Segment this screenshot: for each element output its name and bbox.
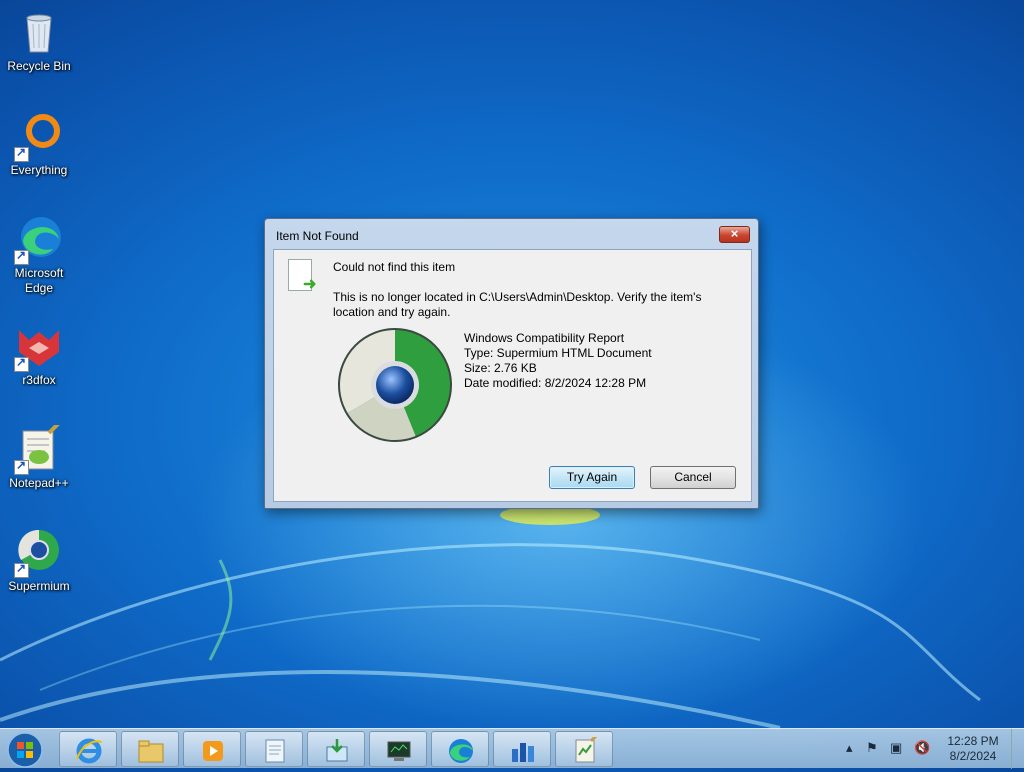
installer-icon — [326, 739, 348, 762]
desktop-icon-everything[interactable]: Everything — [2, 112, 76, 178]
desktop-icon-label: Everything — [10, 163, 68, 177]
shortcut-arrow-icon — [14, 561, 29, 578]
desktop-icon-notepad-plus-plus[interactable]: Notepad++ — [2, 421, 76, 491]
desktop-icon-label: Supermium — [8, 579, 70, 593]
notepad-plus-plus-icon — [575, 737, 598, 763]
flag-icon[interactable]: ⚑ — [866, 740, 878, 756]
shortcut-arrow-icon — [14, 248, 29, 265]
windows-logo-icon — [7, 732, 43, 768]
edge-icon — [449, 739, 473, 763]
clock[interactable]: 12:28 PM 8/2/2024 — [938, 734, 1008, 764]
supermium-file-icon — [337, 328, 452, 442]
taskbar-microsoft-edge[interactable] — [431, 731, 489, 767]
notepad-icon — [265, 739, 285, 763]
show-desktop-button[interactable] — [1011, 729, 1024, 769]
missing-file-icon: ➜ — [288, 259, 316, 293]
dialog-heading: Could not find this item — [333, 260, 456, 274]
supermium-icon — [14, 528, 63, 578]
clock-time: 12:28 PM — [947, 734, 999, 748]
taskbar-internet-explorer[interactable] — [59, 731, 117, 767]
edge-icon — [14, 215, 63, 265]
recycle-bin-icon — [15, 8, 63, 56]
clock-date: 8/2/2024 — [949, 749, 997, 763]
folder-icon — [138, 740, 164, 763]
shortcut-arrow-icon — [14, 355, 29, 372]
dialog-titlebar[interactable]: Item Not Found × — [265, 219, 758, 249]
show-hidden-icon[interactable]: ▴ — [846, 740, 853, 756]
try-again-button[interactable]: Try Again — [549, 466, 635, 489]
desktop-icon-recycle-bin[interactable]: Recycle Bin — [2, 8, 76, 74]
desktop-icon-label: Recycle Bin — [7, 59, 71, 73]
shortcut-arrow-icon — [14, 458, 29, 475]
desktop-icon-microsoft-edge[interactable]: Microsoft Edge — [2, 215, 76, 296]
dialog-title: Item Not Found — [276, 229, 359, 243]
taskbar: ▴ ⚑ ▣ 🔇 12:28 PM 8/2/2024 — [0, 728, 1024, 769]
volume-muted-icon[interactable]: 🔇 — [914, 740, 930, 756]
notepad-plus-plus-icon — [14, 421, 63, 475]
task-manager-icon — [512, 743, 534, 762]
cancel-button[interactable]: Cancel — [650, 466, 736, 489]
dialog-content: ➜ Could not find this item This is no lo… — [273, 249, 752, 502]
desktop-icon-r3dfox[interactable]: r3dfox — [2, 322, 76, 388]
everything-icon — [14, 112, 63, 162]
arrow-icon: ➜ — [303, 276, 317, 293]
start-button[interactable] — [4, 731, 46, 769]
desktop-icon-label: Microsoft Edge — [14, 266, 64, 295]
taskbar-task-manager[interactable] — [493, 731, 551, 767]
network-icon[interactable]: ▣ — [890, 740, 902, 756]
file-details: Windows Compatibility Report Type: Super… — [464, 331, 652, 391]
desktop-icon-supermium[interactable]: Supermium — [2, 528, 76, 594]
taskbar-notepad-plus-plus[interactable] — [555, 731, 613, 767]
taskbar-program-installer[interactable] — [307, 731, 365, 767]
desktop-icon-label: r3dfox — [22, 373, 56, 387]
file-size: Size: 2.76 KB — [464, 361, 537, 375]
device-manager-icon — [387, 741, 411, 761]
item-not-found-dialog: Item Not Found × ➜ Could not find this i… — [264, 218, 759, 509]
taskbar-device-manager[interactable] — [369, 731, 427, 767]
file-date-modified: Date modified: 8/2/2024 12:28 PM — [464, 376, 647, 390]
media-player-icon — [203, 741, 223, 761]
internet-explorer-icon — [76, 738, 102, 764]
taskbar-file-explorer[interactable] — [121, 731, 179, 767]
taskbar-notepad[interactable] — [245, 731, 303, 767]
shortcut-arrow-icon — [14, 145, 29, 162]
dialog-message: This is no longer located in C:\Users\Ad… — [333, 290, 702, 319]
desktop-icon-label: Notepad++ — [9, 476, 69, 490]
taskbar-media-player[interactable] — [183, 731, 241, 767]
r3dfox-icon — [14, 322, 63, 372]
close-button[interactable]: × — [719, 226, 750, 243]
file-type: Type: Supermium HTML Document — [464, 346, 652, 360]
file-name: Windows Compatibility Report — [464, 331, 625, 345]
